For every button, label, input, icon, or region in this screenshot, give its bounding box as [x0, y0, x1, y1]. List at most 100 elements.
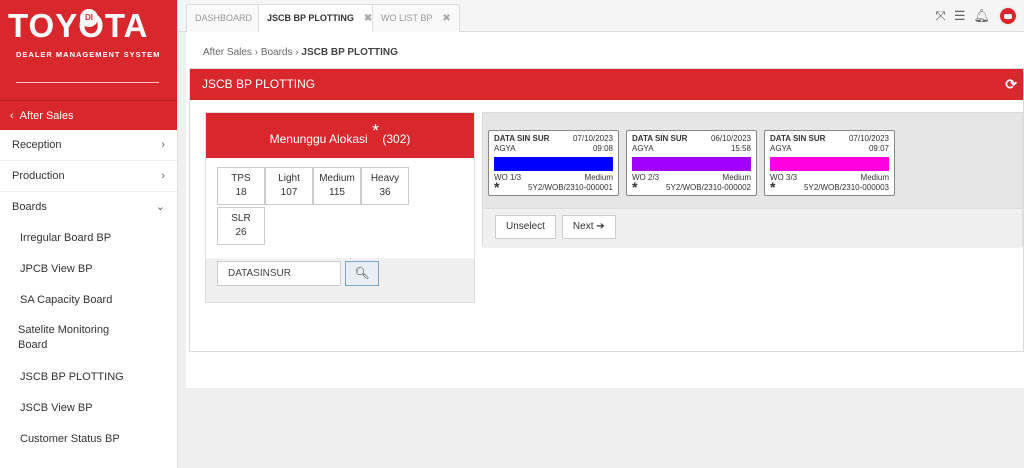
- panel-header: JSCB BP PLOTTING ⟳: [190, 69, 1023, 100]
- sidebar-section-after-sales[interactable]: ‹ After Sales: [0, 100, 177, 130]
- category-value: 115: [329, 187, 345, 198]
- sidebar-subitem-jscb-bp-plotting[interactable]: JSCB BP PLOTTING: [0, 362, 177, 393]
- sidebar-subitem-satelite-monitoring-board[interactable]: Satelite Monitoring Board: [0, 316, 120, 362]
- category-slr[interactable]: SLR 26: [217, 207, 265, 245]
- wo-board: DATA SIN SUR 07/10/2023 AGYA 09:08 WO 1/3 M…: [482, 112, 1023, 248]
- sidebar: TOYOTA DI DEALER MANAGEMENT SYSTEM ‹ Afte…: [0, 0, 178, 468]
- star-icon: *: [632, 179, 638, 195]
- sidebar-item-label: Production: [12, 170, 65, 182]
- wo-card-model: AGYA: [494, 144, 516, 153]
- main-content: After Sales › Boards › JSCB BP PLOTTING …: [186, 32, 1024, 388]
- breadcrumb-boards[interactable]: Boards: [261, 47, 293, 58]
- star-icon: *: [770, 179, 776, 195]
- bell-icon[interactable]: 🔔︎: [973, 8, 990, 24]
- wo-card-date: 07/10/2023: [572, 134, 613, 143]
- next-label: Next: [572, 221, 594, 232]
- category-value: 26: [235, 227, 247, 238]
- sidebar-section-label: After Sales: [19, 110, 74, 122]
- category-label: Light: [278, 173, 300, 184]
- tab-wo-list-bp[interactable]: WO LIST BP ✖: [372, 4, 460, 32]
- wo-card-model: AGYA: [770, 144, 792, 153]
- category-medium[interactable]: Medium 115: [313, 167, 361, 205]
- sidebar-subitem-irregular-board-bp[interactable]: Irregular Board BP: [0, 223, 177, 254]
- wo-card[interactable]: DATA SIN SUR 06/10/2023 AGYA 15:58 WO 2/3 M…: [626, 130, 757, 196]
- sidebar-subitem-jpcb-view-bp[interactable]: JPCB View BP: [0, 254, 177, 285]
- category-value: 107: [280, 187, 298, 198]
- wo-card-time: 15:58: [730, 144, 751, 153]
- tab-label: JSCB BP PLOTTING: [267, 13, 354, 23]
- wo-card-time: 09:07: [868, 144, 889, 153]
- category-label: Medium: [319, 173, 355, 184]
- chevron-right-icon: ›: [161, 139, 165, 151]
- wo-card[interactable]: DATA SIN SUR 07/10/2023 AGYA 09:07 WO 3/3 M…: [764, 130, 895, 196]
- wo-card-date: 07/10/2023: [848, 134, 889, 143]
- sidebar-item-reception[interactable]: Reception ›: [0, 130, 177, 161]
- wo-card-model: AGYA: [632, 144, 654, 153]
- wo-card-level: Medium: [584, 173, 613, 182]
- close-icon[interactable]: ✖: [364, 13, 372, 24]
- wo-card-color-bar: [632, 157, 751, 171]
- dealer-badge: DI: [80, 9, 98, 27]
- unselect-button[interactable]: Unselect: [495, 215, 556, 239]
- wo-card-number: 5Y2/WOB/2310-000001: [528, 183, 613, 192]
- wo-card-date: 06/10/2023: [710, 134, 751, 143]
- chevron-left-icon: ‹: [10, 110, 14, 122]
- wo-card-name: DATA SIN SUR: [770, 134, 826, 143]
- tab-label: DASHBOARD: [195, 13, 253, 23]
- wo-card-number: 5Y2/WOB/2310-000003: [804, 183, 889, 192]
- category-label: TPS: [231, 173, 251, 184]
- refresh-icon[interactable]: ⟳: [1005, 69, 1017, 100]
- breadcrumb: After Sales › Boards › JSCB BP PLOTTING: [203, 47, 398, 58]
- breadcrumb-current: JSCB BP PLOTTING: [301, 47, 398, 58]
- wo-card-level: Medium: [722, 173, 751, 182]
- avatar[interactable]: [998, 6, 1018, 26]
- sidebar-item-production[interactable]: Production ›: [0, 161, 177, 192]
- tab-label: WO LIST BP: [381, 13, 433, 23]
- panel-title: JSCB BP PLOTTING: [202, 77, 316, 91]
- plotting-panel: JSCB BP PLOTTING ⟳ Menunggu Alokasi * (3…: [189, 68, 1024, 352]
- allocation-title: Menunggu Alokasi: [269, 132, 368, 146]
- wo-actions: Unselect Next ➔: [483, 208, 1022, 248]
- sidebar-subitem-jscb-view-bp[interactable]: JSCB View BP: [0, 393, 177, 424]
- category-label: Heavy: [370, 173, 400, 184]
- category-label: SLR: [231, 213, 251, 224]
- tab-bar: DASHBOARD JSCB BP PLOTTING ✖ WO LIST BP ✖ …: [178, 0, 1024, 32]
- star-icon: *: [494, 179, 500, 195]
- sidebar-item-label: Boards: [12, 201, 47, 213]
- category-heavy[interactable]: Heavy 36: [361, 167, 409, 205]
- wo-card-name: DATA SIN SUR: [494, 134, 550, 143]
- sidebar-item-boards[interactable]: Boards ⌄: [0, 192, 177, 223]
- allocation-box: Menunggu Alokasi * (302) TPS 18 Light 10…: [205, 112, 475, 303]
- star-icon: *: [372, 121, 380, 141]
- wo-card-number: 5Y2/WOB/2310-000002: [666, 183, 751, 192]
- button-row: Unselect Next ➔: [495, 215, 616, 239]
- sidebar-subitem-customer-status-bp[interactable]: Customer Status BP: [0, 424, 177, 455]
- close-icon[interactable]: ✖: [442, 13, 450, 24]
- wo-card-color-bar: [494, 157, 613, 171]
- brand-subtitle: DEALER MANAGEMENT SYSTEM: [16, 50, 161, 59]
- sidebar-subitem-sa-capacity-board[interactable]: SA Capacity Board: [0, 285, 177, 316]
- category-tps[interactable]: TPS 18: [217, 167, 265, 205]
- wo-card-level: Medium: [860, 173, 889, 182]
- fullscreen-icon[interactable]: ⤧: [935, 8, 945, 24]
- search-input[interactable]: DATASINSUR: [217, 261, 341, 286]
- brand-header: TOYOTA DI DEALER MANAGEMENT SYSTEM: [0, 0, 177, 100]
- tab-jscb-bp-plotting[interactable]: JSCB BP PLOTTING ✖: [258, 4, 382, 32]
- allocation-header: Menunggu Alokasi * (302): [206, 113, 474, 158]
- wo-card-name: DATA SIN SUR: [632, 134, 688, 143]
- category-value: 36: [379, 187, 391, 198]
- category-light[interactable]: Light 107: [265, 167, 313, 205]
- arrow-right-icon: ➔: [596, 221, 605, 232]
- wo-card[interactable]: DATA SIN SUR 07/10/2023 AGYA 09:08 WO 1/3 M…: [488, 130, 619, 196]
- category-value: 18: [235, 187, 247, 198]
- search-button[interactable]: 🔍︎: [345, 261, 379, 286]
- footer-strip: [186, 388, 1024, 468]
- menu-icon[interactable]: ☰: [954, 8, 966, 24]
- next-button[interactable]: Next ➔: [561, 215, 616, 239]
- tab-dashboard[interactable]: DASHBOARD: [186, 4, 262, 32]
- chevron-right-icon: ›: [161, 170, 165, 182]
- search-icon: 🔍︎: [354, 266, 370, 280]
- wo-cards-area: DATA SIN SUR 07/10/2023 AGYA 09:08 WO 1/3 M…: [483, 113, 1022, 208]
- breadcrumb-after-sales[interactable]: After Sales: [203, 47, 252, 58]
- sidebar-item-label: Reception: [12, 139, 62, 151]
